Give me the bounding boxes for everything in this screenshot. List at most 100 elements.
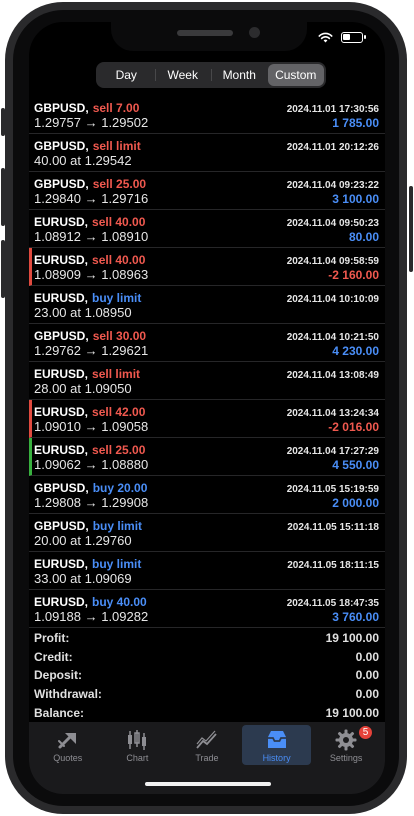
deal-row[interactable]: EURUSD, sell 42.00 2024.11.04 13:24:34 1.09…	[29, 400, 385, 438]
deal-time: 2024.11.04 13:08:49	[286, 370, 379, 381]
deal-row[interactable]: GBPUSD, sell 25.00 2024.11.04 09:23:22 1.29…	[29, 172, 385, 210]
deal-prices: 40.00 at 1.29542	[34, 153, 132, 168]
deal-symbol: GBPUSD,	[34, 139, 89, 153]
deal-prices: 20.00 at 1.29760	[34, 533, 132, 548]
summary-label: Balance:	[34, 705, 85, 720]
tab-history[interactable]: History	[241, 725, 312, 765]
deal-row[interactable]: GBPUSD, sell 7.00 2024.11.01 17:30:56 1.297…	[29, 96, 385, 134]
status-bar	[318, 32, 366, 43]
summary-withdrawal: Withdrawal: 0.00	[34, 685, 379, 704]
front-camera	[249, 27, 260, 38]
deal-profit: 3 760.00	[332, 610, 379, 624]
tab-trade[interactable]: Trade	[172, 725, 242, 765]
summary-label: Credit:	[34, 649, 73, 664]
deal-profit: -2 016.00	[328, 420, 379, 434]
deal-row[interactable]: GBPUSD, sell limit 2024.11.01 20:12:26 40.0…	[29, 134, 385, 172]
deal-symbol: EURUSD,	[34, 405, 89, 419]
summary-value: 19 100.00	[325, 705, 379, 720]
deal-row[interactable]: EURUSD, sell limit 2024.11.04 13:08:49 28.0…	[29, 362, 385, 400]
deal-symbol: EURUSD,	[34, 443, 89, 457]
summary-value: 0.00	[355, 649, 379, 664]
segment-month[interactable]: Month	[211, 64, 268, 86]
tab-quotes[interactable]: Quotes	[33, 725, 103, 765]
notch	[111, 22, 307, 51]
summary-deposit: Deposit: 0.00	[34, 666, 379, 685]
deal-side: sell 25.00	[92, 443, 146, 457]
summary-value: 19 100.00	[325, 631, 379, 646]
trade-icon	[196, 730, 217, 749]
segment-day[interactable]: Day	[98, 64, 155, 86]
deal-row[interactable]: EURUSD, sell 40.00 2024.11.04 09:50:23 1.08…	[29, 210, 385, 248]
deal-symbol: GBPUSD,	[34, 177, 89, 191]
deal-side: buy limit	[92, 557, 142, 571]
deal-symbol: EURUSD,	[34, 557, 89, 571]
deal-side: sell 7.00	[92, 101, 140, 115]
screen: Day Week Month Custom GBPUSD, sell 7.00 20…	[29, 22, 385, 794]
deal-prices: 23.00 at 1.08950	[34, 305, 132, 320]
deal-row[interactable]: EURUSD, sell 25.00 2024.11.04 17:27:29 1.09…	[29, 438, 385, 476]
deal-profit: 2 000.00	[332, 496, 379, 510]
deal-side: sell 42.00	[92, 405, 146, 419]
deal-prices: 1.29757 → 1.29502	[34, 115, 149, 130]
tab-label: Quotes	[53, 753, 83, 763]
summary-label: Deposit:	[34, 668, 82, 683]
summary-label: Profit:	[34, 631, 70, 646]
deal-time: 2024.11.01 17:30:56	[286, 104, 379, 115]
tab-label: Trade	[195, 753, 219, 763]
deal-time: 2024.11.04 09:23:22	[286, 180, 379, 191]
history-icon	[267, 731, 286, 748]
deal-row[interactable]: EURUSD, buy limit 2024.11.05 18:11:15 33.00…	[29, 552, 385, 590]
deal-symbol: EURUSD,	[34, 595, 89, 609]
deal-row[interactable]: GBPUSD, sell 30.00 2024.11.04 10:21:50 1.29…	[29, 324, 385, 362]
summary-label: Withdrawal:	[34, 687, 102, 702]
deal-profit: -2 160.00	[328, 268, 379, 282]
deal-time: 2024.11.04 10:21:50	[286, 332, 379, 343]
deal-side: buy limit	[92, 519, 143, 533]
deal-prices: 33.00 at 1.09069	[34, 571, 132, 586]
volume-up-button	[1, 168, 5, 226]
deal-symbol: GBPUSD,	[34, 101, 89, 115]
deal-time: 2024.11.05 15:19:59	[286, 484, 379, 495]
segment-week[interactable]: Week	[154, 64, 212, 86]
deal-time: 2024.11.05 15:11:18	[287, 522, 379, 533]
deal-row[interactable]: GBPUSD, buy 20.00 2024.11.05 15:19:59 1.298…	[29, 476, 385, 514]
deal-prices: 1.09062 → 1.08880	[34, 457, 149, 472]
deal-side: buy 20.00	[92, 481, 148, 495]
deal-time: 2024.11.04 09:50:23	[286, 218, 379, 229]
deal-side: buy 40.00	[92, 595, 147, 609]
deal-side: sell limit	[92, 367, 141, 381]
deal-row[interactable]: GBPUSD, buy limit 2024.11.05 15:11:18 20.00…	[29, 514, 385, 552]
quotes-icon	[57, 733, 76, 749]
summary-profit: Profit: 19 100.00	[34, 629, 379, 648]
deal-symbol: GBPUSD,	[34, 519, 89, 533]
deal-prices: 1.29808 → 1.29908	[34, 495, 149, 510]
deal-row[interactable]: EURUSD, buy 40.00 2024.11.05 18:47:35 1.091…	[29, 590, 385, 628]
volume-down-button	[1, 240, 5, 298]
home-indicator[interactable]	[145, 782, 271, 786]
deal-profit: 4 230.00	[332, 344, 379, 358]
deal-side: sell 40.00	[92, 253, 146, 267]
account-summary: Profit: 19 100.00 Credit: 0.00 Deposit: …	[34, 629, 379, 722]
tab-settings[interactable]: 5 Settings	[311, 725, 381, 765]
deal-symbol: EURUSD,	[34, 215, 89, 229]
deal-time: 2024.11.04 17:27:29	[286, 446, 379, 457]
deal-profit: 80.00	[348, 230, 379, 244]
deal-prices: 1.09010 → 1.09058	[34, 419, 149, 434]
deal-profit: 4 550.00	[332, 458, 379, 472]
tab-chart[interactable]: Chart	[103, 725, 173, 765]
deal-row[interactable]: EURUSD, buy limit 2024.11.04 10:10:09 23.00…	[29, 286, 385, 324]
deal-symbol: EURUSD,	[34, 291, 89, 305]
summary-credit: Credit: 0.00	[34, 648, 379, 667]
wifi-icon	[318, 32, 333, 43]
deal-row[interactable]: EURUSD, sell 40.00 2024.11.04 09:58:59 1.08…	[29, 248, 385, 286]
deal-time: 2024.11.05 18:47:35	[286, 598, 379, 609]
deal-side: buy limit	[92, 291, 142, 305]
deal-profit: 1 785.00	[332, 116, 379, 130]
deal-prices: 1.08909 → 1.08963	[34, 267, 149, 282]
deal-profit: 3 100.00	[332, 192, 379, 206]
notification-badge: 5	[357, 725, 373, 740]
deal-symbol: GBPUSD,	[34, 481, 89, 495]
speaker	[177, 30, 233, 36]
segment-custom[interactable]: Custom	[267, 64, 324, 86]
deal-symbol: EURUSD,	[34, 253, 89, 267]
